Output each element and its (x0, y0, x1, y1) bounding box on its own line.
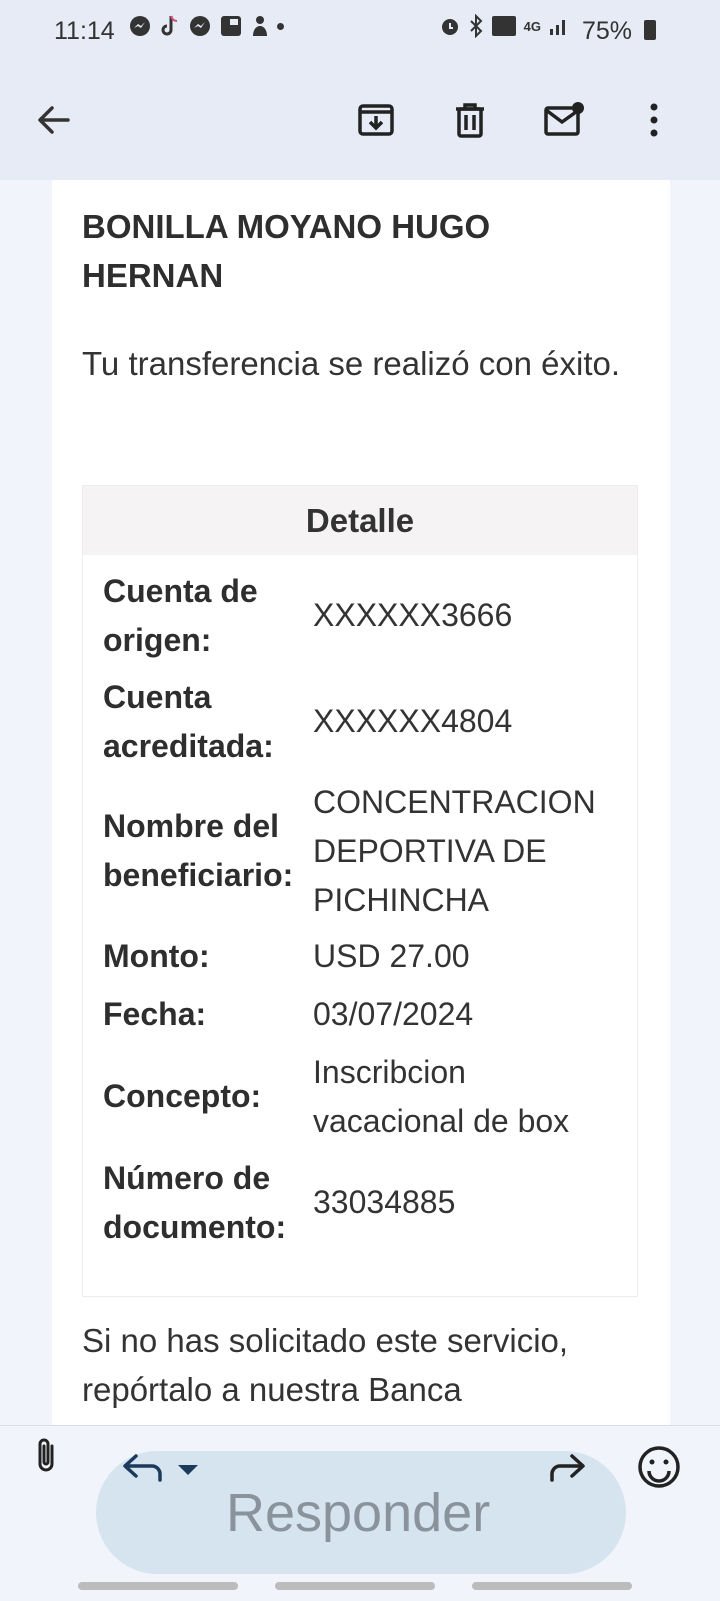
row-value: USD 27.00 (313, 938, 470, 974)
status-bar: 11:14 4G 75% (0, 0, 720, 62)
alarm-icon (441, 19, 458, 35)
reply-icon[interactable] (120, 1450, 164, 1490)
back-arrow-icon (38, 106, 70, 134)
battery-icon (644, 20, 656, 40)
success-message: Tu transferencia se realizó con éxito. (82, 345, 621, 382)
messenger-icon (130, 16, 150, 36)
messenger-icon-2 (190, 16, 210, 36)
row-value: XXXXXX3666 (313, 597, 513, 633)
attach-icon[interactable] (32, 1436, 60, 1476)
back-button[interactable] (24, 90, 84, 150)
bluetooth-icon (469, 14, 483, 38)
mark-unread-icon (544, 102, 584, 136)
notification-icons (128, 14, 284, 38)
row-label: Cuenta de origen: (103, 573, 258, 658)
tiktok-icon (161, 15, 178, 36)
nav-pill (472, 1582, 632, 1590)
person-icon (253, 16, 267, 36)
row-label: Cuenta acreditada: (103, 679, 274, 764)
row-label: Fecha: (103, 996, 207, 1032)
row-label: Concepto: (103, 1078, 262, 1114)
detail-table-header: Detalle (83, 486, 637, 555)
nav-pill (78, 1582, 238, 1590)
row-value: CONCENTRACION DEPORTIVA DE PICHINCHA (313, 784, 596, 918)
row-label: Monto: (103, 938, 210, 974)
signal-icon (550, 20, 565, 35)
footer-notice: Si no has solicitado este servicio, repó… (82, 1322, 569, 1408)
row-value: 33034885 (313, 1184, 456, 1220)
archive-button[interactable] (346, 90, 406, 150)
status-time: 11:14 (54, 17, 115, 45)
network-type: 4G (523, 18, 541, 34)
recipient-name: BONILLA MOYANO HUGO HERNAN (82, 208, 491, 294)
nav-pill (275, 1582, 435, 1590)
delete-button[interactable] (440, 90, 500, 150)
chevron-down-icon[interactable] (176, 1462, 200, 1478)
volte-icon (491, 16, 516, 36)
row-label: Número de documento: (103, 1160, 287, 1245)
archive-icon (358, 104, 394, 136)
emoji-icon[interactable] (636, 1444, 682, 1490)
app-icon (221, 16, 241, 36)
detail-table: Detalle Cuenta de origen: XXXXXX3666 Cue… (82, 485, 638, 1297)
battery-percent: 75% (581, 17, 632, 45)
forward-icon[interactable] (548, 1450, 588, 1486)
more-vert-icon (650, 103, 658, 137)
mark-unread-button[interactable] (534, 90, 594, 150)
row-value: Inscribcion vacacional de box (313, 1054, 570, 1139)
system-icons: 4G (439, 14, 570, 38)
more-options-button[interactable] (624, 90, 684, 150)
row-label: Nombre del beneficiario: (103, 808, 294, 893)
row-value: XXXXXX4804 (313, 703, 513, 739)
reply-placeholder[interactable]: Responder (226, 1468, 490, 1558)
more-notifications-dot (277, 22, 284, 30)
row-value: 03/07/2024 (313, 996, 474, 1032)
delete-icon (456, 103, 484, 138)
email-toolbar (0, 62, 720, 180)
